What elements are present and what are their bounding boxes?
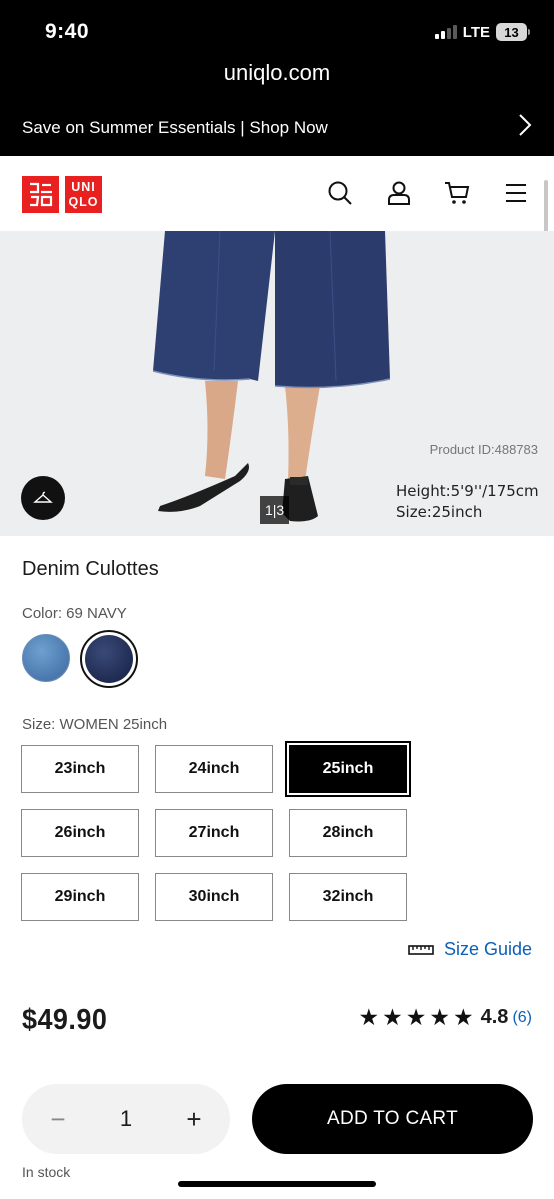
decrease-quantity-button[interactable]: − xyxy=(48,1104,68,1135)
product-id: Product ID:488783 xyxy=(429,442,538,457)
promo-banner-text[interactable]: Save on Summer Essentials | Shop Now xyxy=(22,118,328,138)
account-icon[interactable] xyxy=(386,180,412,206)
color-swatch-navy[interactable] xyxy=(80,630,138,688)
status-time: 9:40 xyxy=(45,20,90,43)
size-label: Size: WOMEN 25inch xyxy=(22,716,168,733)
star-rating-icon: ★★★★★ xyxy=(358,1004,477,1030)
logo-latin: UNI QLO xyxy=(65,176,102,213)
model-size: Size:25inch xyxy=(396,503,483,521)
battery-icon: 13 xyxy=(496,23,530,41)
chevron-right-icon[interactable] xyxy=(518,113,532,137)
size-option[interactable]: 28inch xyxy=(289,809,407,857)
ruler-icon xyxy=(408,944,434,955)
image-pager: 1|3 xyxy=(260,496,290,524)
status-indicators: LTE 13 xyxy=(434,23,530,41)
navy-swatch-fill xyxy=(85,635,133,683)
uniqlo-logo[interactable]: UNI QLO xyxy=(22,176,102,213)
review-count-link[interactable]: (6) xyxy=(512,1009,532,1027)
stock-status: In stock xyxy=(22,1164,71,1180)
size-guide-link[interactable]: Size Guide xyxy=(408,939,532,960)
search-icon[interactable] xyxy=(327,180,353,206)
model-info: Height:5'9''/175cm Size:25inch xyxy=(396,481,539,523)
size-option[interactable]: 30inch xyxy=(155,873,273,921)
color-label: Color: 69 NAVY xyxy=(22,605,127,622)
size-option[interactable]: 27inch xyxy=(155,809,273,857)
size-option[interactable]: 29inch xyxy=(21,873,139,921)
home-indicator[interactable] xyxy=(178,1181,376,1187)
hanger-icon xyxy=(33,491,53,503)
product-price: $49.90 xyxy=(22,1004,108,1036)
size-option[interactable]: 26inch xyxy=(21,809,139,857)
cart-icon[interactable] xyxy=(444,180,470,206)
quantity-value: 1 xyxy=(119,1106,133,1131)
size-option-selected[interactable]: 25inch xyxy=(285,741,411,797)
quantity-stepper: − 1 + xyxy=(22,1084,230,1154)
add-to-cart-button[interactable]: ADD TO CART xyxy=(252,1084,533,1154)
size-guide-label: Size Guide xyxy=(443,939,532,959)
logo-katakana xyxy=(22,176,59,213)
product-rating[interactable]: ★★★★★ 4.8 (6) xyxy=(359,1004,532,1031)
product-title: Denim Culottes xyxy=(22,558,159,580)
rating-value: 4.8 xyxy=(480,1006,509,1028)
increase-quantity-button[interactable]: + xyxy=(184,1104,204,1135)
hanger-button[interactable] xyxy=(21,476,65,520)
network-type: LTE xyxy=(462,23,490,41)
product-image[interactable]: Product ID:488783 Height:5'9''/175cm Siz… xyxy=(0,231,554,536)
size-selector: 23inch 24inch 25inch 26inch 27inch 28inc… xyxy=(21,741,411,921)
color-swatch-blue[interactable] xyxy=(22,634,70,682)
size-option[interactable]: 23inch xyxy=(21,745,139,793)
model-height: Height:5'9''/175cm xyxy=(396,482,539,500)
size-option[interactable]: 32inch xyxy=(289,873,407,921)
site-header: UNI QLO xyxy=(0,156,554,231)
browser-chrome: 9:40 LTE 13 uniqlo.com Save on Summer Es… xyxy=(0,0,554,156)
size-option[interactable]: 24inch xyxy=(155,745,273,793)
address-bar[interactable]: uniqlo.com xyxy=(0,60,554,86)
signal-icon xyxy=(434,25,457,39)
menu-icon[interactable] xyxy=(504,180,530,206)
battery-level: 13 xyxy=(496,23,527,41)
